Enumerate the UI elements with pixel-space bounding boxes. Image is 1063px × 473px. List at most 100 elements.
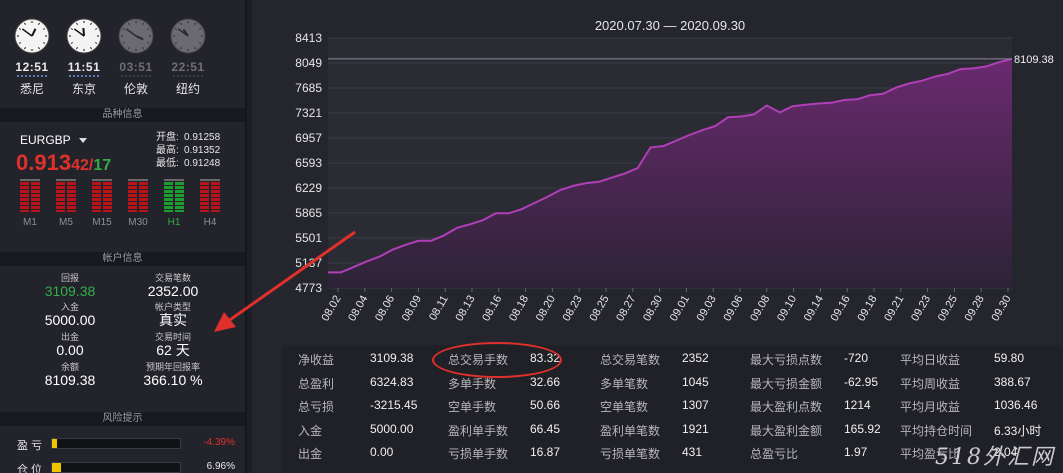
ohl-values: 开盘: 0.91258 最高: 0.91352 最低: 0.91248 (156, 131, 220, 170)
signal-meter (164, 179, 184, 212)
x-tick-label: 09.30 (989, 294, 1013, 324)
time-label: 交易时间 (154, 332, 191, 342)
timeframe-m30[interactable]: M30 (126, 179, 150, 228)
x-tick-label: 09.16 (829, 294, 853, 324)
x-tick-label: 08.25 (587, 294, 611, 324)
highlight-ellipse (432, 342, 562, 378)
clock-icon (14, 18, 50, 54)
trades-value: 2352.00 (147, 283, 199, 299)
stat-value: 5000.00 (370, 421, 414, 436)
x-tick-label: 08.23 (561, 294, 585, 324)
stat-label: 空单手数 (448, 400, 497, 414)
low-label: 最低: (156, 158, 179, 169)
stat-value: 6.33小时 (994, 423, 1042, 438)
timeframe-m15[interactable]: M15 (90, 179, 114, 228)
time-value: 62 天 (156, 342, 190, 358)
risk-header: 风险提示 (0, 412, 245, 426)
x-tick-label: 09.01 (668, 294, 692, 324)
timeframe-label: H1 (167, 217, 181, 228)
clock-icon (66, 18, 102, 54)
stat-value: 1921 (682, 421, 709, 436)
annotation-arrow (214, 230, 356, 332)
x-tick-label: 08.20 (534, 294, 558, 324)
timeframe-m5[interactable]: M5 (54, 179, 78, 228)
position-pct: 6.96% (206, 461, 235, 472)
clock-2: 03:51 伦敦 (114, 18, 158, 97)
account-annual: 预期年回报率 366.10 % (128, 362, 218, 388)
clock-time: 03:51 (119, 60, 153, 74)
account-info-header: 帐户信息 (0, 252, 245, 266)
stat-value: 165.92 (844, 421, 881, 436)
x-tick-label: 09.23 (909, 294, 933, 324)
stat-value: 66.45 (530, 421, 561, 436)
clock-city: 纽约 (175, 82, 200, 96)
timeframe-label: M30 (128, 217, 148, 228)
stat-value: 32.66 (530, 374, 561, 389)
equity-chart: 8413804976857321695765936229586555015137… (295, 18, 1054, 324)
pair-info-title: 品种信息 (102, 109, 143, 120)
stat-label: 入金 (298, 423, 323, 438)
clock-0: 12:51 悉尼 (10, 18, 54, 97)
profit-bar-fill (52, 439, 58, 448)
stat-label: 总亏损 (298, 400, 335, 414)
stat-label: 出金 (298, 447, 323, 461)
account-time: 交易时间 62 天 (128, 332, 218, 358)
last-value-label: 8109.38 (1014, 54, 1054, 66)
clock-icon (170, 18, 206, 54)
watermark: 518外汇网 (935, 445, 1055, 470)
stat-value: 6324.83 (370, 374, 414, 389)
chevron-down-icon (78, 138, 87, 144)
clock-time: 22:51 (171, 60, 205, 74)
x-tick-label: 08.16 (480, 294, 504, 324)
stat-label: 多单笔数 (600, 376, 649, 391)
stat-value: 16.87 (530, 445, 561, 459)
stat-label: 盈利单笔数 (600, 423, 661, 438)
x-tick-label: 09.03 (695, 294, 719, 324)
clock-city: 东京 (71, 82, 96, 96)
y-tick-label: 8049 (295, 56, 322, 70)
stat-label: 总盈利 (298, 376, 335, 391)
stat-label: 净收益 (298, 353, 335, 367)
clock-city: 伦敦 (123, 82, 148, 96)
timeframe-label: M5 (59, 217, 73, 228)
clock-dots (17, 75, 47, 78)
balance-value: 8109.38 (44, 372, 96, 388)
trades-label: 交易笔数 (154, 273, 191, 283)
account-deposit: 入金 5000.00 (25, 302, 115, 328)
stat-label: 亏损单笔数 (600, 447, 661, 461)
stat-value: 1045 (682, 374, 709, 389)
clock-dots (69, 75, 99, 78)
x-tick-label: 08.27 (614, 294, 638, 324)
annual-value: 366.10 % (143, 372, 203, 388)
x-tick-label: 09.25 (936, 294, 960, 324)
stat-label: 平均持仓时间 (900, 423, 973, 438)
timeframe-h4[interactable]: H4 (198, 179, 222, 228)
timeframe-signals: M1 M5 M15 M30 H1 H4 (18, 179, 228, 234)
symbol-selector[interactable]: EURGBP (20, 133, 87, 147)
position-bar (51, 462, 181, 473)
timeframe-m1[interactable]: M1 (18, 179, 42, 228)
position-bar-fill (52, 463, 61, 472)
timeframe-label: M15 (92, 217, 112, 228)
signal-meter (20, 179, 40, 212)
stat-value: 1214 (844, 398, 871, 412)
risk-title: 风险提示 (102, 413, 143, 424)
timeframe-label: M1 (23, 217, 37, 228)
price-pips: 42 (71, 157, 89, 174)
stat-label: 最大亏损点数 (750, 353, 823, 367)
timeframe-h1[interactable]: H1 (162, 179, 186, 228)
profit-pct: -4.39% (203, 437, 235, 448)
return-value: 3109.38 (44, 283, 96, 299)
x-tick-label: 09.21 (882, 294, 906, 324)
stat-value: -62.95 (844, 374, 879, 389)
stat-value: 2352 (682, 351, 709, 365)
type-value: 真实 (159, 312, 187, 328)
x-tick-label: 08.06 (373, 294, 397, 324)
account-balance: 余额 8109.38 (25, 362, 115, 388)
signal-meter (128, 179, 148, 212)
right-panel: 8413804976857321695765936229586555015137… (252, 0, 1063, 473)
x-tick-label: 09.14 (802, 294, 826, 324)
withdraw-label: 出金 (60, 332, 79, 342)
timeframe-label: H4 (203, 217, 217, 228)
world-clocks: 12:51 悉尼 11:51 东京 03:51 伦敦 22:51 纽约 (10, 18, 240, 98)
